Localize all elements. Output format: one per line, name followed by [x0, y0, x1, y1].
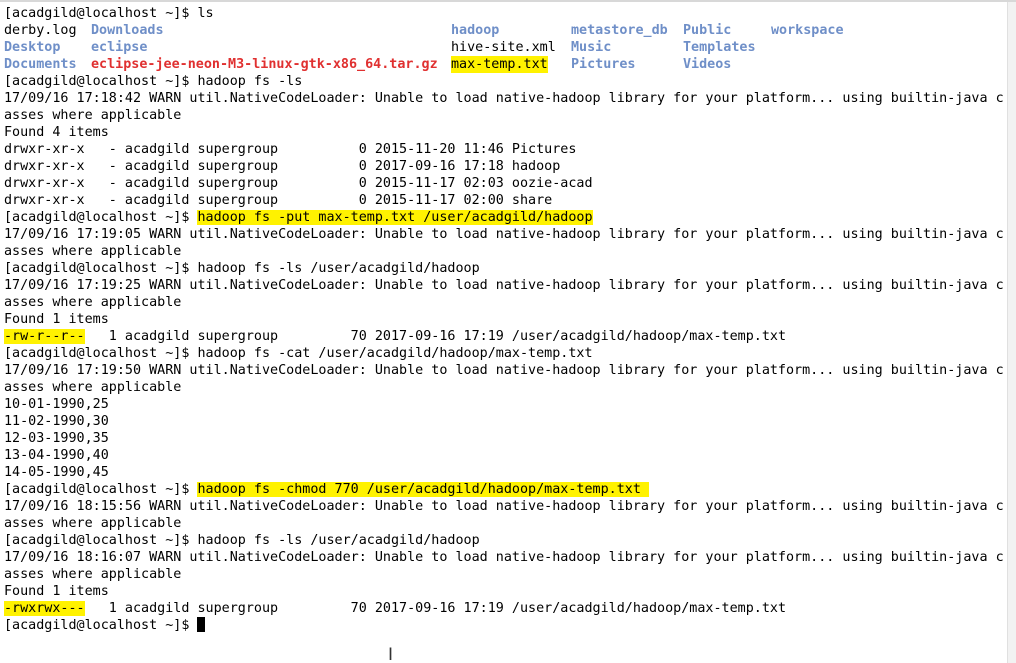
ls-listing: derby.log Downloads hadoop metastore_db Publ… [4, 22, 1004, 73]
ls-entry: workspace [771, 23, 844, 38]
ls-entry: Pictures [571, 57, 636, 72]
ls-entry: hive-site.xml [451, 40, 556, 55]
ls-entry: Videos [683, 57, 732, 72]
text-ibeam-icon: I [388, 645, 394, 663]
output-line: asses where applicable [4, 516, 182, 531]
highlighted-text: -rwxrwx--- [4, 601, 85, 616]
output-line: -rwxrwx--- 1 acadgild supergroup 70 2017… [4, 600, 1004, 617]
highlighted-text: hadoop fs -chmod 770 /user/acadgild/hado… [197, 482, 649, 497]
output-line: 14-05-1990,45 [4, 465, 109, 480]
output-line: asses where applicable [4, 244, 182, 259]
output-line: 17/09/16 18:16:07 WARN util.NativeCodeLo… [4, 550, 1004, 565]
output-line: 10-01-1990,25 [4, 397, 109, 412]
output-line: [acadgild@localhost ~]$ hadoop fs -chmod… [4, 481, 1004, 498]
command-log: [acadgild@localhost ~]$ hadoop fs -ls 17/… [4, 73, 1004, 617]
ls-entry: eclipse-jee-neon-M3-linux-gtk-x86_64.tar… [91, 57, 438, 72]
ls-command-line: [acadgild@localhost ~]$ ls [4, 6, 214, 21]
terminal-window[interactable]: [acadgild@localhost ~]$ ls derby.log Down… [0, 0, 1016, 663]
output-line: 17/09/16 17:18:42 WARN util.NativeCodeLo… [4, 91, 1004, 106]
output-line: [acadgild@localhost ~]$ hadoop fs -put m… [4, 209, 1004, 226]
line-text: 1 acadgild supergroup 70 2017-09-16 17:1… [84, 329, 787, 344]
output-line: 17/09/16 17:19:25 WARN util.NativeCodeLo… [4, 278, 1004, 293]
output-line: asses where applicable [4, 108, 182, 123]
highlighted-text: hadoop fs -put max-temp.txt /user/acadgi… [197, 210, 593, 225]
ls-entry: eclipse [91, 40, 148, 55]
highlighted-text: -rw-r--r-- [4, 329, 85, 344]
output-line: asses where applicable [4, 295, 182, 310]
output-line: 13-04-1990,40 [4, 448, 109, 463]
vertical-scrollbar[interactable] [1007, 2, 1016, 663]
output-line: Found 1 items [4, 312, 109, 327]
output-line: Found 1 items [4, 584, 109, 599]
ls-entry: Templates [683, 40, 756, 55]
output-line: asses where applicable [4, 380, 182, 395]
block-cursor-icon [197, 617, 206, 632]
current-prompt-line[interactable]: [acadgild@localhost ~]$ [4, 617, 1004, 634]
terminal-output[interactable]: [acadgild@localhost ~]$ ls derby.log Down… [4, 5, 1004, 634]
output-line: asses where applicable [4, 567, 182, 582]
output-line: [acadgild@localhost ~]$ hadoop fs -ls /u… [4, 533, 480, 548]
output-line: drwxr-xr-x - acadgild supergroup 0 2015-… [4, 193, 553, 208]
line-text: [acadgild@localhost ~]$ [4, 482, 198, 497]
ls-entry: Downloads [91, 23, 164, 38]
output-line: Found 4 items [4, 125, 109, 140]
ls-row: Desktop eclipse hive-site.xml Music Template… [4, 39, 1004, 56]
output-line: [acadgild@localhost ~]$ hadoop fs -ls /u… [4, 261, 480, 276]
output-line: drwxr-xr-x - acadgild supergroup 0 2017-… [4, 159, 561, 174]
line-text: 1 acadgild supergroup 70 2017-09-16 17:1… [84, 601, 787, 616]
ls-entry: Documents [4, 57, 77, 72]
output-line: 17/09/16 18:15:56 WARN util.NativeCodeLo… [4, 499, 1004, 514]
line-text: [acadgild@localhost ~]$ [4, 210, 198, 225]
output-line: -rw-r--r-- 1 acadgild supergroup 70 2017… [4, 328, 1004, 345]
output-line: [acadgild@localhost ~]$ hadoop fs -ls [4, 74, 303, 89]
output-line: drwxr-xr-x - acadgild supergroup 0 2015-… [4, 142, 577, 157]
prompt: [acadgild@localhost ~]$ [4, 618, 198, 633]
output-line: 17/09/16 17:19:50 WARN util.NativeCodeLo… [4, 363, 1004, 378]
ls-entry: Public [683, 23, 732, 38]
ls-entry: derby.log [4, 23, 77, 38]
output-line: drwxr-xr-x - acadgild supergroup 0 2015-… [4, 176, 593, 191]
ls-entry: metastore_db [571, 23, 668, 38]
ls-entry: Desktop [4, 40, 61, 55]
ls-entry: hadoop [451, 23, 500, 38]
ls-entry: max-temp.txt [451, 56, 548, 73]
output-line: 12-03-1990,35 [4, 431, 109, 446]
output-line: 11-02-1990,30 [4, 414, 109, 429]
ls-row: derby.log Downloads hadoop metastore_db Publ… [4, 22, 1004, 39]
ls-row: Documents eclipse-jee-neon-M3-linux-gtk-x… [4, 56, 1004, 73]
output-line: 17/09/16 17:19:05 WARN util.NativeCodeLo… [4, 227, 1004, 242]
output-line: [acadgild@localhost ~]$ hadoop fs -cat /… [4, 346, 593, 361]
ls-entry: Music [571, 40, 612, 55]
